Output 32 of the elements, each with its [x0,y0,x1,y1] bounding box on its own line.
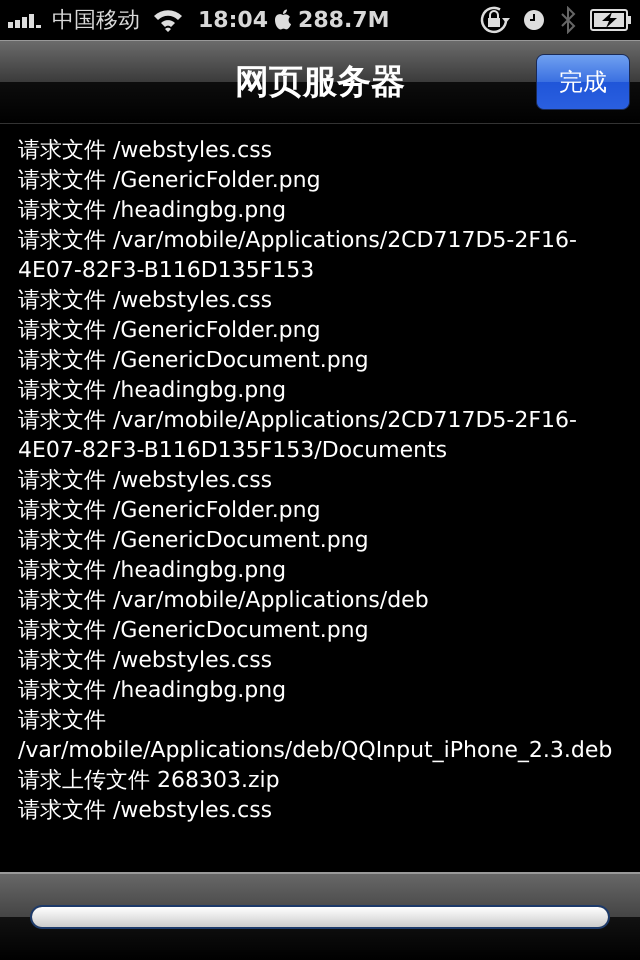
done-button[interactable]: 完成 [536,54,630,110]
signal-icon [8,12,44,28]
log-line: 请求文件 /GenericDocument.png [18,347,370,375]
log-line: 请求文件 /webstyles.css [18,467,274,495]
log-line: 请求文件 /GenericDocument.png [18,617,370,645]
log-line: 请求文件 /var/mobile/Applications/2CD717D5-2F16-4E07-82F3-B116D135F153 [18,227,578,285]
log-line: 请求文件 /webstyles.css [18,647,274,675]
clock-icon [524,10,544,30]
log-line: 请求文件 /GenericFolder.png [18,317,322,345]
log-line: 请求文件 /var/mobile/Applications/deb [18,587,430,615]
log-line: 请求文件 /var/mobile/Applications/deb/QQInput_iPhone_2.3.deb [18,707,614,765]
rotation-lock-icon [478,5,512,35]
log-line: 请求文件 /webstyles.css [18,797,274,825]
navigation-title: 网页服务器 [234,60,406,104]
log-line: 请求文件 /webstyles.css [18,287,274,315]
log-line: 请求文件 /headingbg.png [18,377,288,405]
log-line: 请求上传文件 268303.zip [18,767,281,795]
bluetooth-icon [560,6,576,34]
carrier-name: 中国移动 [52,6,140,34]
log-line: 请求文件 /GenericDocument.png [18,527,370,555]
clock-time: 18:04 [198,6,268,34]
log-line: 请求文件 /var/mobile/Applications/2CD717D5-2F16-4E07-82F3-B116D135F153/Documents [18,407,578,465]
battery-charging-icon [590,9,632,31]
log-line: 请求文件 /GenericFolder.png [18,167,322,195]
wifi-icon [152,8,184,32]
log-line: 请求文件 /headingbg.png [18,557,288,585]
log-line: 请求文件 /webstyles.css [18,137,274,165]
log-line: 请求文件 /headingbg.png [18,677,288,705]
memory-usage: 288.7M [298,6,390,34]
apple-icon [274,9,292,31]
log-line: 请求文件 /headingbg.png [18,197,288,225]
log-line: 请求文件 /GenericFolder.png [18,497,322,525]
